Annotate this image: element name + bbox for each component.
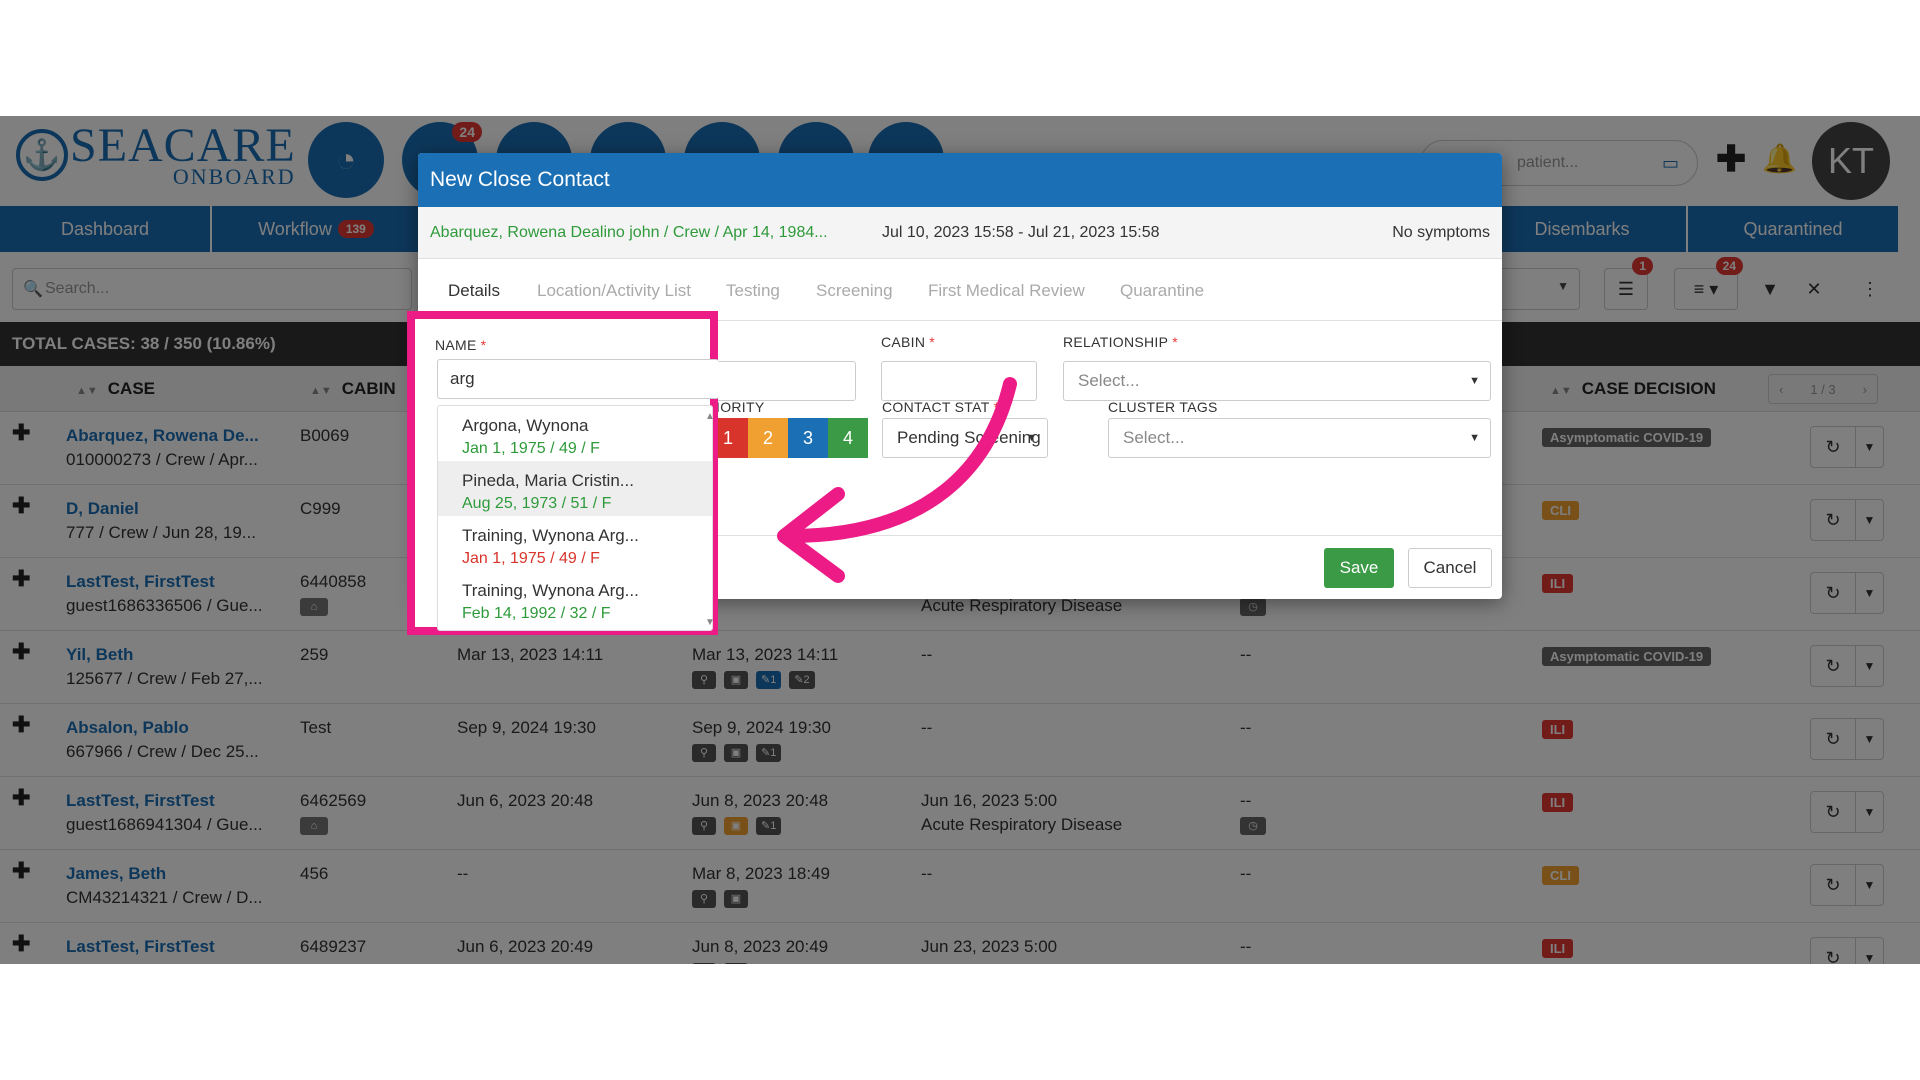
option-name: Training, Wynona Arg... — [462, 581, 639, 600]
patient-summary: Abarquez, Rowena Dealino john / Crew / A… — [430, 224, 828, 241]
autocomplete-option[interactable]: Pineda, Maria Cristin... Aug 25, 1973 / 5… — [438, 461, 712, 516]
relationship-select[interactable]: Select... ▼ — [1063, 361, 1491, 401]
patient-info-bar: Abarquez, Rowena Dealino john / Crew / A… — [418, 207, 1502, 259]
app-screen: ⚓ SEACARE ONBOARD ◔ 24 patient... ▭ ✚ 🔔 … — [0, 116, 1920, 964]
option-name: Pineda, Maria Cristin... — [462, 471, 634, 490]
autocomplete-option[interactable]: Training, Wynona Arg... Feb 14, 1992 / 32… — [438, 571, 712, 626]
cluster-tags-label: CLUSTER TAGS — [1108, 399, 1218, 415]
tab-testing[interactable]: Testing — [726, 281, 780, 301]
name-field-highlight: NAME * arg Argona, Wynona Jan 1, 1975 / 49… — [407, 311, 719, 635]
tab-location-activity[interactable]: Location/Activity List — [537, 281, 691, 301]
option-name: Training, Wynona Arg... — [462, 526, 639, 545]
tab-screening[interactable]: Screening — [816, 281, 893, 301]
option-details: Feb 14, 1992 / 32 / F — [462, 605, 611, 622]
modal-header: New Close Contact — [418, 153, 1502, 207]
save-button[interactable]: Save — [1324, 548, 1394, 588]
tab-quarantine[interactable]: Quarantine — [1120, 281, 1204, 301]
cabin-label: CABIN * — [881, 334, 936, 350]
name-input[interactable]: arg — [437, 359, 719, 399]
option-details: Jan 1, 1975 / 49 / F — [462, 550, 600, 567]
option-name: Argona, Wynona — [462, 416, 589, 435]
autocomplete-option[interactable]: Argona, Wynona Jan 1, 1975 / 49 / F — [438, 406, 712, 461]
option-details: Jan 1, 1975 / 49 / F — [462, 440, 600, 457]
scroll-down-icon[interactable]: ▼ — [705, 617, 715, 628]
scroll-up-icon[interactable]: ▲ — [705, 411, 715, 422]
chevron-down-icon: ▼ — [1469, 432, 1480, 444]
relationship-label: RELATIONSHIP * — [1063, 334, 1179, 350]
modal-title: New Close Contact — [430, 168, 610, 191]
cancel-button[interactable]: Cancel — [1408, 548, 1492, 588]
annotation-arrow-icon — [777, 377, 1017, 583]
cluster-tags-select[interactable]: Select... ▼ — [1108, 418, 1491, 458]
cluster-tags-placeholder: Select... — [1123, 428, 1185, 447]
relationship-placeholder: Select... — [1078, 371, 1140, 390]
chevron-down-icon: ▼ — [1469, 375, 1480, 387]
tab-first-medical-review[interactable]: First Medical Review — [928, 281, 1085, 301]
name-autocomplete-list: Argona, Wynona Jan 1, 1975 / 49 / F Pineda… — [437, 405, 713, 631]
contact-period: Jul 10, 2023 15:58 - Jul 21, 2023 15:58 — [882, 224, 1160, 241]
autocomplete-option[interactable]: Training, Wynona Arg... Jan 1, 1975 / 49 … — [438, 516, 712, 571]
name-label: NAME * — [435, 337, 487, 353]
option-details: Aug 25, 1973 / 51 / F — [462, 495, 612, 512]
symptoms-status: No symptoms — [1392, 224, 1490, 241]
priority-label: IORITY — [716, 399, 765, 415]
tab-details[interactable]: Details — [448, 281, 500, 301]
